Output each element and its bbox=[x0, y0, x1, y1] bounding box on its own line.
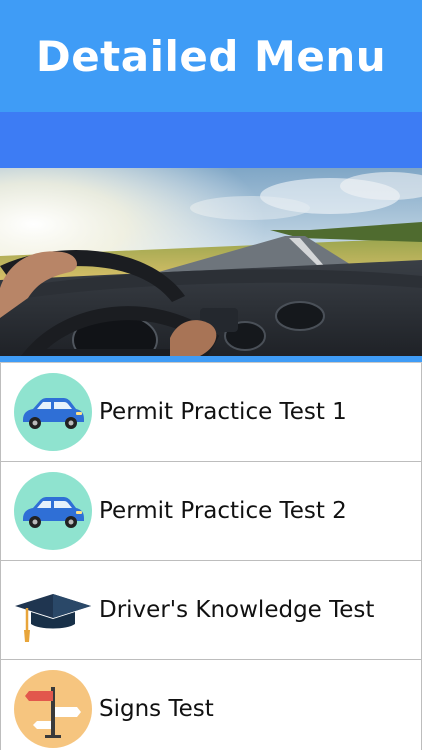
navigation-bar bbox=[0, 112, 422, 168]
blue-car-icon bbox=[13, 471, 93, 551]
title-bar: Detailed Menu bbox=[0, 0, 422, 112]
menu-item-label: Driver's Knowledge Test bbox=[99, 597, 375, 623]
dashboard-road-illustration bbox=[0, 168, 422, 356]
page-title: Detailed Menu bbox=[35, 31, 387, 81]
signpost-icon bbox=[13, 669, 93, 749]
menu-item-knowledge-test[interactable]: Driver's Knowledge Test bbox=[0, 561, 422, 660]
menu-item-label: Permit Practice Test 2 bbox=[99, 498, 347, 524]
blue-car-icon bbox=[13, 372, 93, 452]
hero-banner-image bbox=[0, 168, 422, 356]
menu-item-label: Signs Test bbox=[99, 696, 214, 722]
menu-item-label: Permit Practice Test 1 bbox=[99, 399, 347, 425]
app-screen: Detailed Menu Permit Practice Test 1 Per… bbox=[0, 0, 422, 750]
menu-item-signs-test[interactable]: Signs Test bbox=[0, 660, 422, 750]
graduation-cap-icon bbox=[13, 570, 93, 650]
menu-item-permit-test-2[interactable]: Permit Practice Test 2 bbox=[0, 462, 422, 561]
menu-item-permit-test-1[interactable]: Permit Practice Test 1 bbox=[0, 363, 422, 462]
menu-list: Permit Practice Test 1 Permit Practice T… bbox=[0, 362, 422, 750]
